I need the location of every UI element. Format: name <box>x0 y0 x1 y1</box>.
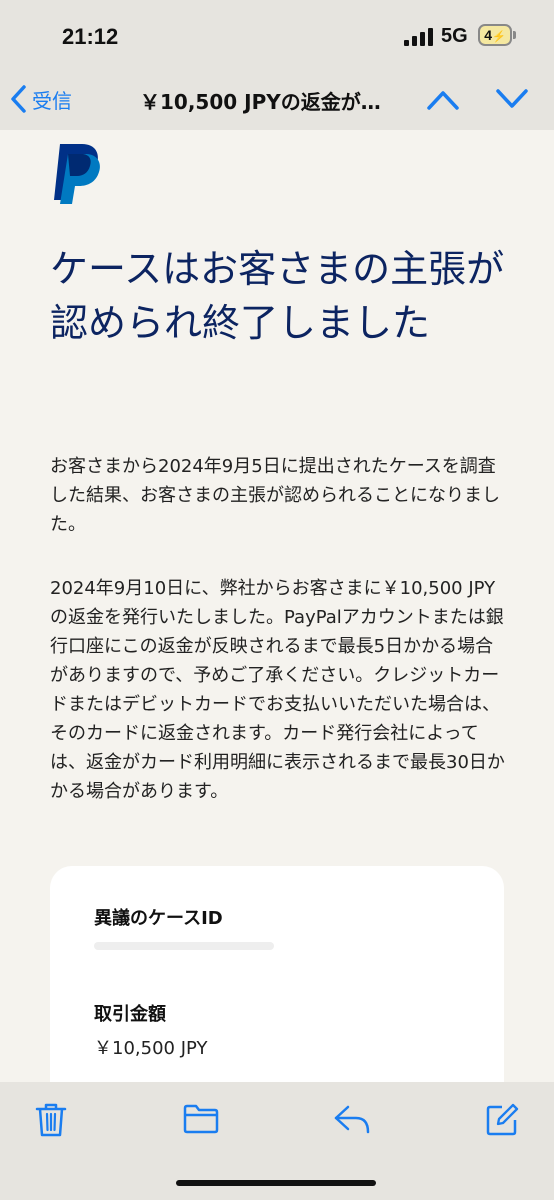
chevron-up-icon <box>427 91 459 110</box>
amount-value: ￥10,500 JPY <box>94 1038 208 1059</box>
status-bar: 21:12 5G 4⚡ <box>0 0 554 70</box>
network-type: 5G <box>441 25 468 47</box>
chevron-down-icon <box>496 89 528 108</box>
email-paragraph-1: お客さまから2024年9月5日に提出されたケースを調査した結果、お客さまの主張が… <box>50 456 500 535</box>
folder-icon <box>183 1104 219 1134</box>
email-body[interactable]: ケースはお客さまの主張が認められ終了しました お客さまから2024年9月5日に提… <box>0 130 554 1082</box>
battery-level: 4 <box>484 27 493 43</box>
email-paragraph-2: 2024年9月10日に、弊社からお客さまに￥10,500 JPYの返金を発行いた… <box>50 578 505 802</box>
back-label: 受信 <box>32 88 72 113</box>
amount-label: 取引金額 <box>94 1004 166 1025</box>
compose-button[interactable] <box>484 1102 520 1142</box>
email-subject-title: ￥10,500 JPYの返金が… <box>140 90 381 114</box>
email-headline: ケースはお客さまの主張が認められ終了しました <box>50 247 505 345</box>
compose-icon <box>486 1103 519 1136</box>
chevron-left-icon <box>11 85 26 113</box>
case-id-redacted <box>94 942 274 950</box>
reply-button[interactable] <box>332 1102 372 1140</box>
move-to-folder-button[interactable] <box>182 1102 220 1140</box>
battery-tip <box>513 31 516 39</box>
status-time: 21:12 <box>62 24 119 49</box>
signal-icon <box>404 28 434 46</box>
paypal-logo <box>54 144 100 204</box>
battery-icon: 4⚡ <box>478 24 512 46</box>
trash-icon <box>35 1103 67 1137</box>
reply-icon <box>334 1105 370 1134</box>
home-indicator <box>176 1180 376 1186</box>
delete-button[interactable] <box>34 1102 68 1142</box>
next-message-button[interactable] <box>494 84 530 118</box>
case-details-card: 異議のケースID 取引金額 ￥10,500 JPY <box>50 866 504 1082</box>
navigation-bar: 受信 ￥10,500 JPYの返金が… <box>0 70 554 130</box>
case-id-label: 異議のケースID <box>94 908 223 929</box>
back-button[interactable]: 受信 <box>8 82 72 116</box>
previous-message-button[interactable] <box>425 84 461 118</box>
